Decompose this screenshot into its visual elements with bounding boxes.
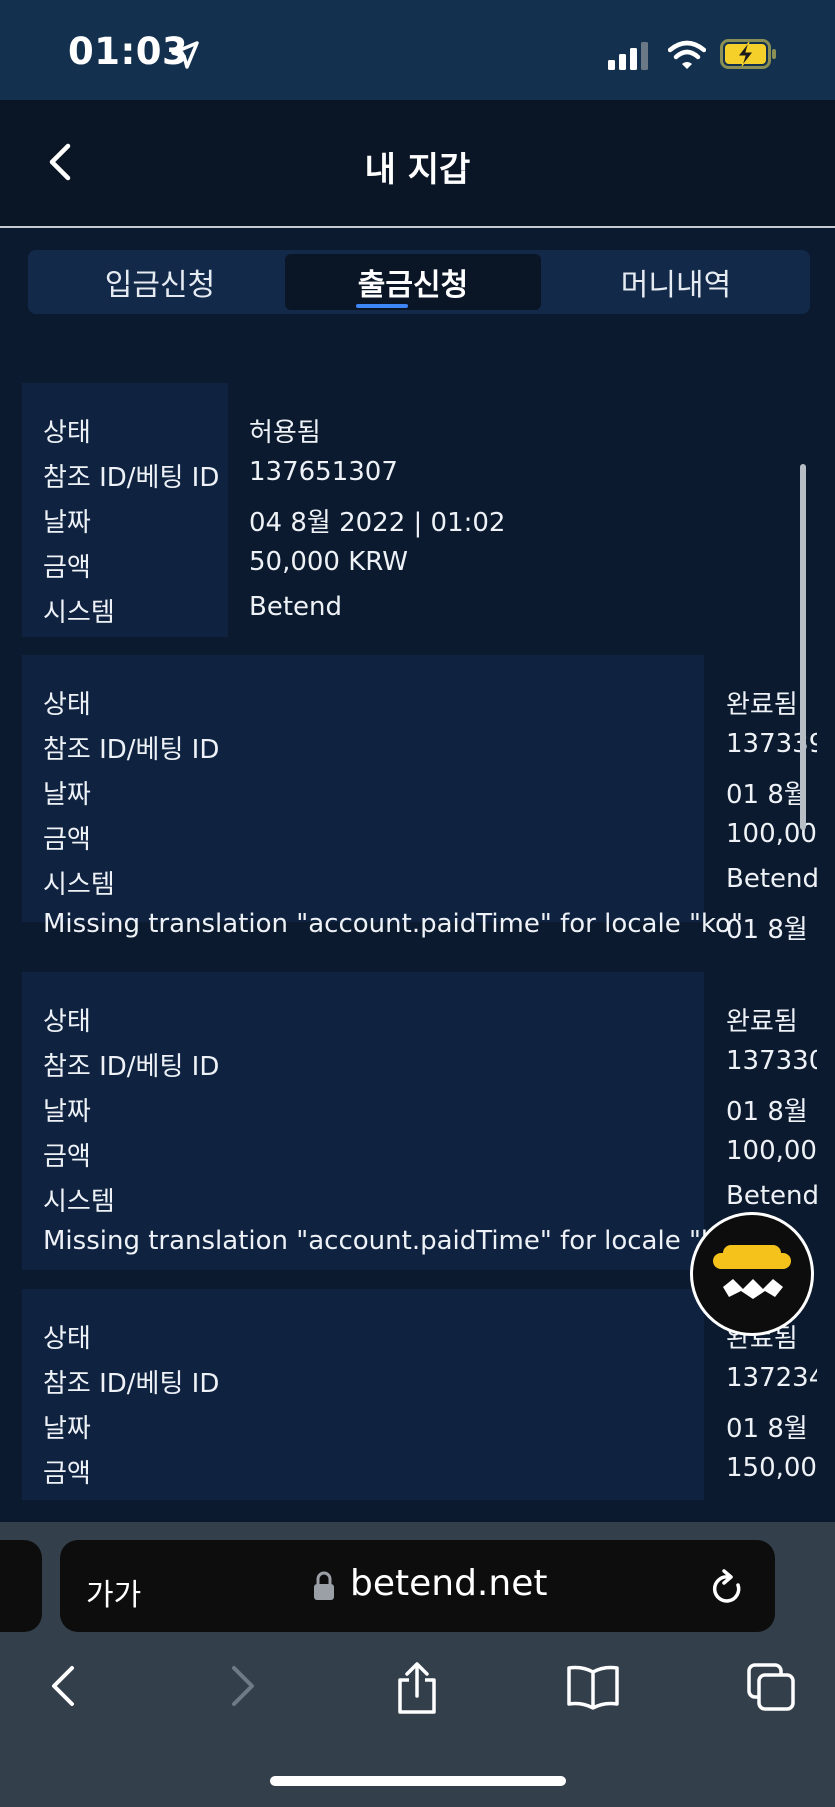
card-label: 시스템 [43, 598, 115, 628]
battery-charging-icon [720, 39, 776, 69]
card-value-ref-id: 137330 [726, 1046, 817, 1076]
tab-withdraw-request[interactable]: 출금신청 [285, 254, 541, 310]
card-value-status: 완료됨 [726, 1007, 798, 1037]
live-chat-button[interactable] [690, 1212, 814, 1336]
card-value-ref-id: 137234 [726, 1363, 817, 1393]
card-value-paid-time: 01 8월 2 [726, 915, 817, 945]
card-value-date: 01 8월 2 [726, 1414, 817, 1444]
card-value-date: 04 8월 2022 | 01:02 [249, 508, 506, 538]
reload-icon[interactable] [710, 1569, 746, 1609]
card-value-status: 완료됨 [726, 690, 798, 720]
card-value-system: Betend [726, 864, 817, 894]
tab-deposit-request[interactable]: 입금신청 [32, 254, 288, 310]
page-title: 내 지갑 [364, 150, 471, 190]
vertical-scrollbar[interactable] [800, 464, 806, 830]
home-indicator [270, 1776, 566, 1786]
browser-back-icon[interactable] [44, 1662, 84, 1710]
withdrawal-card [22, 655, 704, 922]
previous-tab-preview[interactable] [0, 1540, 42, 1632]
lock-icon [314, 1571, 334, 1600]
text-size-button[interactable]: 가가 [86, 1570, 141, 1614]
card-label: 상태 [43, 418, 91, 448]
wifi-icon [668, 40, 706, 69]
url-text[interactable]: betend.net [350, 1563, 547, 1604]
status-bar: 01:03 [0, 0, 835, 100]
browser-forward-icon[interactable] [222, 1662, 262, 1710]
header-divider [0, 226, 835, 228]
withdrawal-card [22, 1289, 704, 1500]
share-icon[interactable] [394, 1662, 440, 1716]
tabs-overview-icon[interactable] [746, 1662, 796, 1712]
card-value-date: 01 8월 2 [726, 1097, 817, 1127]
bookmarks-icon[interactable] [566, 1662, 620, 1710]
tab-money-history[interactable]: 머니내역 [548, 254, 804, 310]
card-label: 참조 ID/베팅 ID [43, 463, 220, 493]
location-arrow-icon [171, 41, 199, 69]
card-value-amount: 150,000 [726, 1453, 817, 1483]
card-value-amount: 50,000 KRW [249, 547, 409, 577]
card-label: 날짜 [43, 508, 91, 538]
chat-logo-icon [713, 1245, 791, 1299]
active-tab-indicator [356, 304, 408, 308]
card-value-system: Betend [249, 592, 343, 622]
cellular-signal-icon [608, 42, 648, 70]
wallet-tabs: 입금신청 출금신청 머니내역 [28, 250, 810, 314]
card-label: 금액 [43, 553, 91, 583]
card-value-system: Betend [726, 1181, 817, 1211]
withdrawal-card [22, 972, 704, 1270]
card-value-ref-id: 137651307 [249, 457, 398, 487]
card-value-status: 허용됨 [249, 418, 321, 448]
card-value-amount: 100,000 [726, 1136, 817, 1166]
